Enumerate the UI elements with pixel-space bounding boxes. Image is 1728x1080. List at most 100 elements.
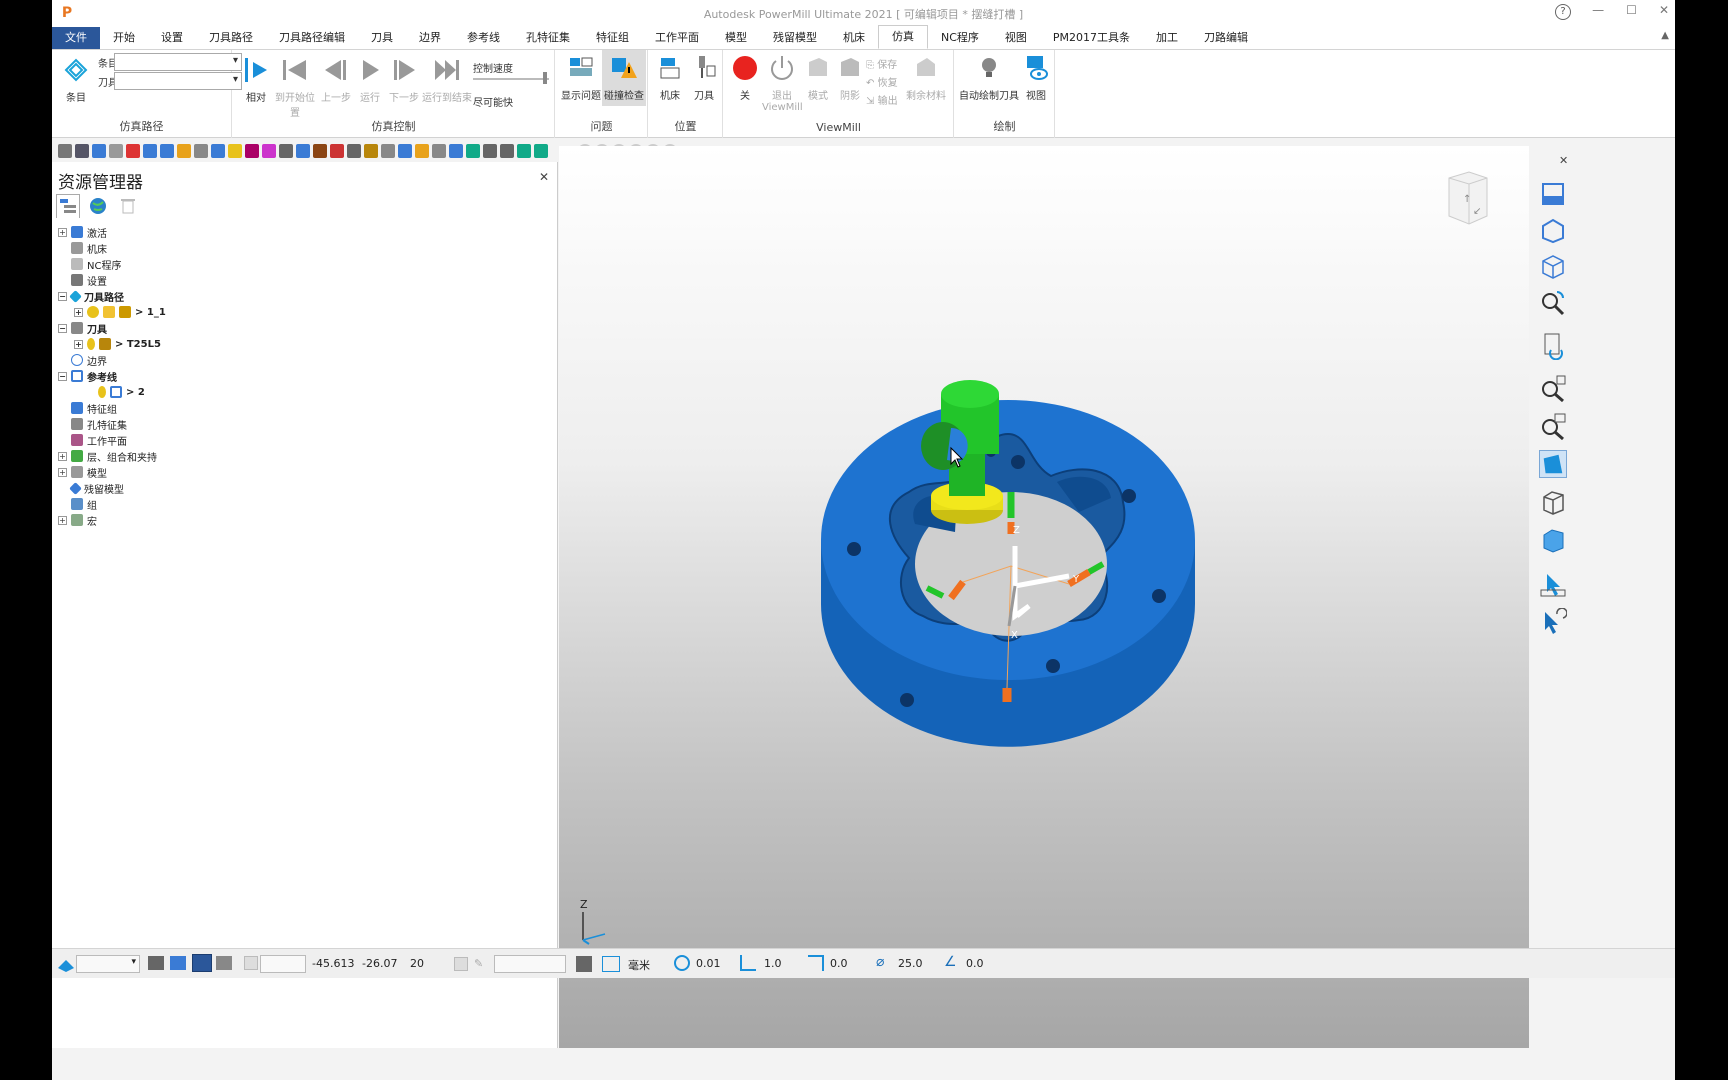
lightbulb-small-icon[interactable] <box>228 144 242 158</box>
thickness-icon[interactable] <box>808 955 824 971</box>
zoom-refresh-icon[interactable] <box>1539 288 1567 316</box>
pattern-icon[interactable] <box>279 144 293 158</box>
view-cube-icon[interactable] <box>1539 252 1567 280</box>
measure-icon[interactable] <box>381 144 395 158</box>
tree-item-setup[interactable]: 设置 <box>71 272 107 288</box>
tolerance-icon[interactable] <box>674 955 690 971</box>
tree-item-nc-programs[interactable]: NC程序 <box>71 256 121 272</box>
curve-icon[interactable] <box>432 144 446 158</box>
tab-boundary[interactable]: 边界 <box>406 27 454 49</box>
minimize-button[interactable]: — <box>1592 3 1604 17</box>
section-icon[interactable] <box>483 144 497 158</box>
graphics-viewport[interactable]: ↑ ↙ Z Y X Z <box>559 146 1529 1048</box>
zoom-box-icon[interactable] <box>1539 412 1567 440</box>
feed-rate-icon[interactable] <box>177 144 191 158</box>
tab-setup[interactable]: 设置 <box>148 27 196 49</box>
auto-draw-tool-button[interactable]: 自动绘制刀具 <box>959 54 1019 102</box>
expand-toggle[interactable]: + <box>74 339 83 349</box>
tab-toolpath-editing[interactable]: 刀路编辑 <box>1191 27 1261 49</box>
tab-workplane[interactable]: 工作平面 <box>642 27 712 49</box>
expand-toggle[interactable]: − <box>58 291 67 301</box>
expand-toggle[interactable]: − <box>58 371 67 381</box>
tree-item-pattern[interactable]: − 参考线 <box>58 368 117 384</box>
view-toolbar-close[interactable]: ✕ <box>1559 154 1568 167</box>
restore-button[interactable]: ↶ 恢复 <box>866 74 898 89</box>
entry-button[interactable]: 条目 <box>58 56 94 104</box>
open-icon[interactable] <box>58 144 72 158</box>
calculator-icon[interactable] <box>576 956 592 972</box>
tab-stockmodel[interactable]: 残留模型 <box>760 27 830 49</box>
tab-machining[interactable]: 加工 <box>1143 27 1191 49</box>
angle-icon[interactable]: ∠ <box>944 954 957 970</box>
next-step-button[interactable]: 下一步 <box>387 56 421 104</box>
show-problems-button[interactable]: 显示问题 <box>560 54 602 102</box>
maximize-button[interactable]: ☐ <box>1626 3 1637 17</box>
tab-pattern[interactable]: 参考线 <box>454 27 513 49</box>
globe-tab[interactable] <box>86 194 110 218</box>
tab-tool[interactable]: 刀具 <box>358 27 406 49</box>
remaining-material-button[interactable]: 剩余材料 <box>904 54 948 102</box>
exit-viewmill-button[interactable]: 退出 ViewMill <box>762 54 803 113</box>
tab-pm2017-toolbar[interactable]: PM2017工具条 <box>1040 27 1143 49</box>
tab-home[interactable]: 开始 <box>100 27 148 49</box>
expand-toggle[interactable]: + <box>58 467 67 477</box>
arc-icon[interactable] <box>415 144 429 158</box>
collapse-ribbon-icon[interactable]: ▲ <box>1661 30 1669 41</box>
orientation-icon[interactable] <box>216 956 232 970</box>
draw-view-button[interactable]: 视图 <box>1019 54 1053 102</box>
trash-tab[interactable] <box>116 194 140 218</box>
point-icon[interactable] <box>398 144 412 158</box>
view-top-icon[interactable] <box>1539 216 1567 244</box>
ruler-icon[interactable] <box>602 956 620 972</box>
tree-item-models[interactable]: + 模型 <box>58 464 107 480</box>
explorer-close-button[interactable]: ✕ <box>539 170 549 184</box>
tab-nc-programs[interactable]: NC程序 <box>928 27 992 49</box>
entry-field[interactable] <box>494 955 566 973</box>
to-start-button[interactable]: 到开始位置 <box>271 56 319 119</box>
viewmill-off-button[interactable]: 关 <box>728 54 762 102</box>
run-button[interactable]: 运行 <box>353 56 387 104</box>
feature-icon[interactable] <box>296 144 310 158</box>
tab-holefeatures[interactable]: 孔特征集 <box>513 27 583 49</box>
entry-dropdown[interactable] <box>114 53 242 71</box>
tree-item-levels[interactable]: + 层、组合和夹持 <box>58 448 157 464</box>
power-tool-icon[interactable] <box>126 144 140 158</box>
tree-item-workplanes[interactable]: 工作平面 <box>71 432 127 448</box>
tab-featuregroups[interactable]: 特征组 <box>583 27 642 49</box>
tree-item-toolpaths[interactable]: − 刀具路径 <box>58 288 124 304</box>
expand-toggle[interactable]: + <box>58 451 67 461</box>
tab-view[interactable]: 视图 <box>992 27 1040 49</box>
rapid-move-icon[interactable] <box>160 144 174 158</box>
workplane-icon[interactable] <box>245 144 259 158</box>
tool-shape-icon[interactable] <box>364 144 378 158</box>
close-button[interactable]: ✕ <box>1659 3 1669 17</box>
tree-item-toolpath-1-1[interactable]: + > 1_1 <box>74 304 166 320</box>
expand-toggle[interactable]: − <box>58 323 67 333</box>
color-icon[interactable] <box>466 144 480 158</box>
tab-toolpath-edit[interactable]: 刀具路径编辑 <box>266 27 358 49</box>
tree-item-tool-t25l5[interactable]: + > T25L5 <box>74 336 161 352</box>
diameter-icon[interactable]: ⌀ <box>876 954 884 970</box>
mode-button[interactable]: 模式 <box>802 54 834 102</box>
surface-icon[interactable] <box>449 144 463 158</box>
tab-machine[interactable]: 机床 <box>830 27 878 49</box>
tool-database-icon[interactable] <box>109 144 123 158</box>
level-icon[interactable] <box>330 144 344 158</box>
leads-icon[interactable] <box>194 144 208 158</box>
start-point-icon[interactable] <box>211 144 225 158</box>
tree-item-boundary[interactable]: 边界 <box>71 352 107 368</box>
workplane-dropdown[interactable]: ▾ <box>76 955 140 973</box>
block-icon[interactable] <box>143 144 157 158</box>
tab-file[interactable]: 文件 <box>52 27 100 49</box>
tree-item-tools[interactable]: − 刀具 <box>58 320 107 336</box>
expand-toggle[interactable]: + <box>74 307 83 317</box>
shade-button[interactable]: 阴影 <box>834 54 866 102</box>
stepover-icon[interactable] <box>740 955 756 971</box>
tab-model[interactable]: 模型 <box>712 27 760 49</box>
select-rotate-icon[interactable] <box>1539 608 1567 636</box>
tree-item-machine[interactable]: 机床 <box>71 240 107 256</box>
expand-toggle[interactable]: + <box>58 227 67 237</box>
toolpath-icon[interactable] <box>92 144 106 158</box>
select-arrow-icon[interactable] <box>1539 570 1567 598</box>
snap-icon[interactable] <box>148 956 164 970</box>
